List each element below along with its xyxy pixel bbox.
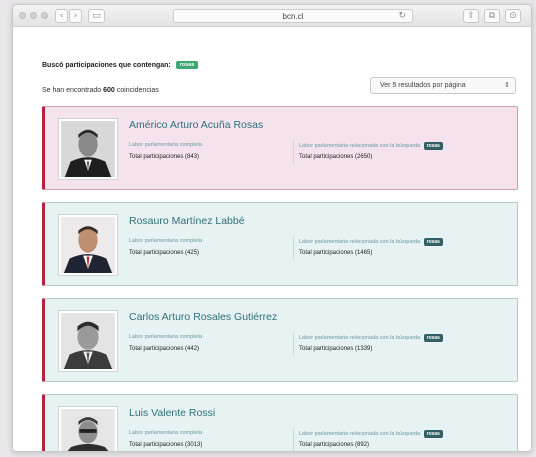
related-term-tag: rosas — [423, 334, 443, 342]
portrait-photo — [58, 118, 118, 180]
select-arrows-icon: ⇕ — [504, 81, 510, 89]
browser-window: ‹ › ▭ bcn.cl ↻ ⇪ ⧉ ⊙ Buscó participacion… — [12, 4, 532, 452]
related-labor-link[interactable]: Labor parlamentaria relacionada con la b… — [299, 334, 443, 342]
result-card[interactable]: Rosauro Martínez Labbé Labor parlamentar… — [42, 202, 518, 286]
reload-icon[interactable]: ↻ — [398, 10, 406, 23]
result-card[interactable]: Américo Arturo Acuña Rosas Labor parlame… — [42, 106, 518, 190]
tabs-icon[interactable]: ⧉ — [484, 9, 500, 23]
search-term-tag: rosas — [175, 61, 199, 69]
search-prefix: Buscó participaciones que contengan: — [42, 62, 171, 69]
related-total-participations: Total participaciones (1465) — [299, 250, 373, 256]
total-participations: Total participaciones (442) — [129, 346, 200, 352]
total-participations: Total participaciones (843) — [129, 154, 200, 160]
related-label: Labor parlamentaria relacionada con la b… — [299, 431, 421, 437]
full-labor-link[interactable]: Labor parlamentaria completa — [129, 334, 202, 340]
related-term-tag: rosas — [423, 430, 443, 438]
close-window-icon[interactable] — [19, 12, 26, 19]
column-divider — [293, 140, 294, 164]
legislator-name[interactable]: Luis Valente Rossi — [129, 407, 215, 419]
portrait-photo — [58, 214, 118, 276]
column-divider — [293, 428, 294, 451]
legislator-name[interactable]: Américo Arturo Acuña Rosas — [129, 119, 263, 131]
page-content: Buscó participaciones que contengan: ros… — [13, 28, 531, 451]
column-divider — [293, 236, 294, 260]
related-total-participations: Total participaciones (2650) — [299, 154, 373, 160]
total-participations: Total participaciones (3013) — [129, 442, 203, 448]
back-button[interactable]: ‹ — [55, 9, 68, 23]
forward-button[interactable]: › — [69, 9, 82, 23]
related-term-tag: rosas — [423, 142, 443, 150]
related-total-participations: Total participaciones (892) — [299, 442, 370, 448]
browser-toolbar: ‹ › ▭ bcn.cl ↻ ⇪ ⧉ ⊙ — [13, 5, 531, 27]
related-labor-link[interactable]: Labor parlamentaria relacionada con la b… — [299, 142, 443, 150]
per-page-value: Ver 5 resultados por página — [380, 82, 466, 89]
column-divider — [293, 332, 294, 356]
found-count: 600 — [103, 87, 115, 94]
related-label: Labor parlamentaria relacionada con la b… — [299, 143, 421, 149]
related-labor-link[interactable]: Labor parlamentaria relacionada con la b… — [299, 430, 443, 438]
address-bar[interactable]: bcn.cl ↻ — [173, 9, 413, 23]
full-labor-link[interactable]: Labor parlamentaria completa — [129, 430, 202, 436]
search-summary: Buscó participaciones que contengan: ros… — [42, 61, 199, 69]
minimize-window-icon[interactable] — [30, 12, 37, 19]
full-labor-link[interactable]: Labor parlamentaria completa — [129, 238, 202, 244]
url-text: bcn.cl — [282, 12, 304, 21]
full-labor-link[interactable]: Labor parlamentaria completa — [129, 142, 202, 148]
portrait-image — [61, 121, 115, 177]
sidebar-icon[interactable]: ▭ — [88, 9, 105, 23]
downloads-icon[interactable]: ⊙ — [505, 9, 521, 23]
related-label: Labor parlamentaria relacionada con la b… — [299, 239, 421, 245]
related-labor-link[interactable]: Labor parlamentaria relacionada con la b… — [299, 238, 443, 246]
results-count: Se han encontrado 600 coincidencias — [42, 87, 159, 94]
legislator-name[interactable]: Carlos Arturo Rosales Gutiérrez — [129, 311, 277, 323]
related-term-tag: rosas — [423, 238, 443, 246]
total-participations: Total participaciones (425) — [129, 250, 200, 256]
found-prefix: Se han encontrado — [42, 87, 104, 94]
related-total-participations: Total participaciones (1339) — [299, 346, 373, 352]
share-icon[interactable]: ⇪ — [463, 9, 479, 23]
portrait-image — [61, 313, 115, 369]
portrait-photo — [58, 406, 118, 451]
legislator-name[interactable]: Rosauro Martínez Labbé — [129, 215, 245, 227]
portrait-photo — [58, 310, 118, 372]
portrait-image — [61, 217, 115, 273]
per-page-select[interactable]: Ver 5 resultados por página ⇕ — [370, 77, 516, 94]
result-card[interactable]: Carlos Arturo Rosales Gutiérrez Labor pa… — [42, 298, 518, 382]
result-card[interactable]: Luis Valente Rossi Labor parlamentaria c… — [42, 394, 518, 451]
found-suffix: coincidencias — [114, 87, 159, 94]
related-label: Labor parlamentaria relacionada con la b… — [299, 335, 421, 341]
zoom-window-icon[interactable] — [41, 12, 48, 19]
portrait-image — [61, 409, 115, 451]
